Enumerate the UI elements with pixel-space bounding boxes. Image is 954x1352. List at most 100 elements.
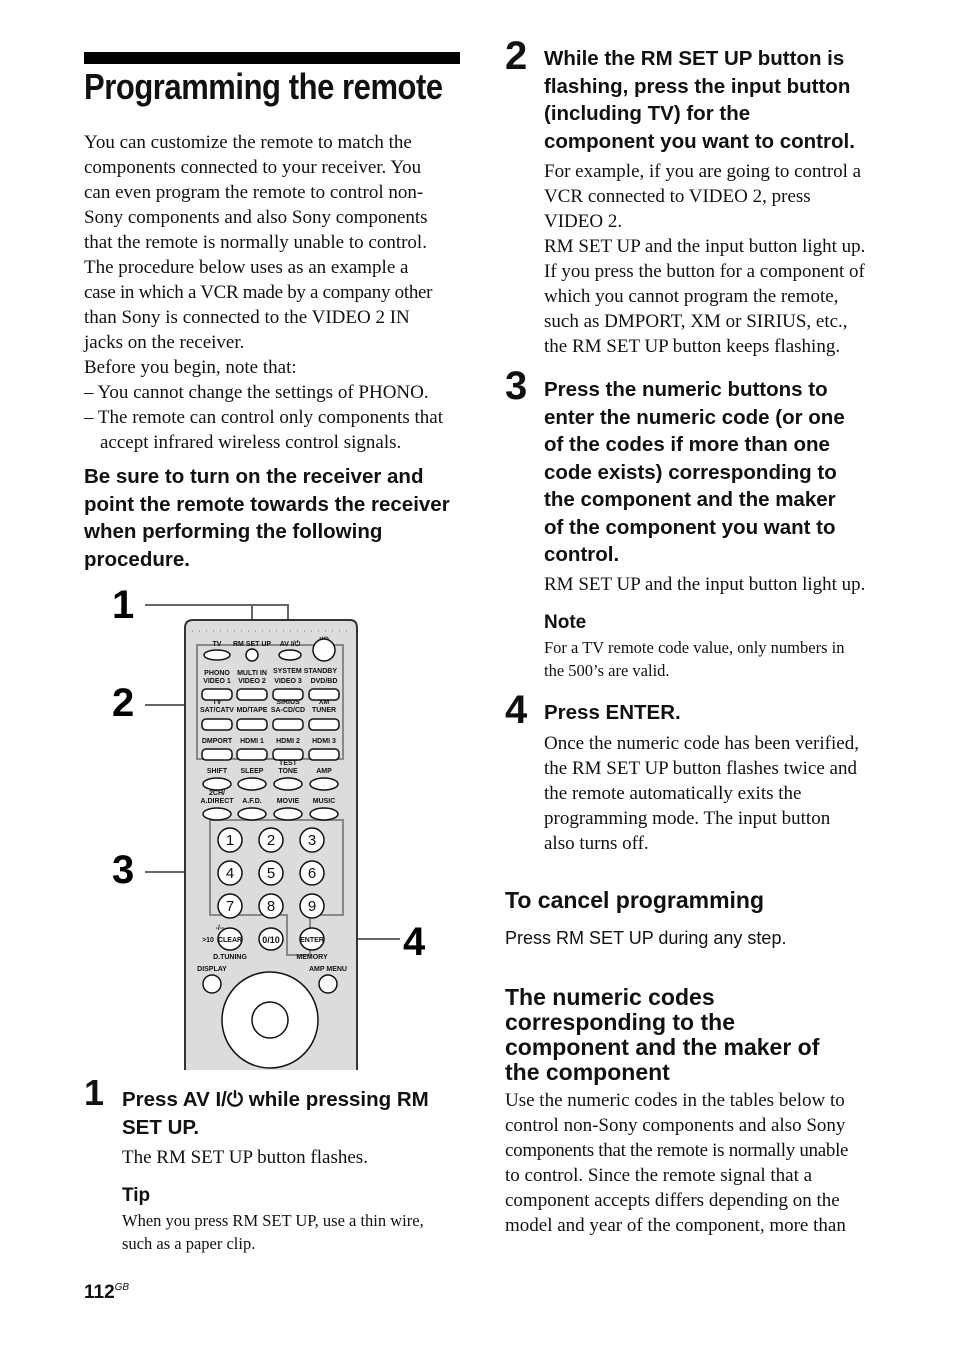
input-button [201,748,233,761]
body-line: programming mode. The input button [544,808,831,829]
tip-line: such as a paper clip. [122,1234,256,1253]
step-4-body: Once the numeric code has been verified,… [544,731,904,856]
gt10-label: >10 [202,937,214,944]
button-label: VIDEO 1 [203,678,231,685]
tv-button [203,649,231,661]
body-line: also turns off. [544,833,649,854]
page-suffix: GB [114,1282,130,1293]
button-label: SA-CD/CD [271,707,305,714]
tip-text: When you press RM SET UP, use a thin wir… [122,1209,424,1255]
note-text: For a TV remote code value, only numbers… [544,636,844,682]
step-heading-line: Press the numeric buttons to [544,378,828,401]
display-button [202,974,222,994]
step-2-body: For example, if you are going to control… [544,159,904,359]
cancel-body: Press RM SET UP during any step. [505,928,787,948]
button-label: TEST [279,760,298,767]
button-label: MOVIE [277,798,300,805]
body-line: VIDEO 2. [544,211,623,232]
rm-setup-button [245,648,259,662]
rm-setup-label: RM SET UP [233,641,271,648]
step-heading-line: enter the numeric code (or one [544,405,845,429]
function-button [273,807,303,821]
note-line: the 500’s are valid. [544,661,670,680]
amp-menu-label: AMP MENU [309,966,347,973]
intro-text: You can customize the remote to match th… [84,130,464,455]
page-title: Programming the remote [84,66,443,107]
input-button [236,748,268,761]
page-number-value: 112 [84,1282,115,1303]
input-button [272,688,304,701]
note-label: Note [544,612,587,633]
digit-label: 1 [226,832,234,849]
digit-label: 7 [226,898,234,915]
digit-label: 8 [267,898,275,915]
button-label: VIDEO 2 [238,678,266,685]
button-label: DVD/BD [311,678,338,685]
step-2-heading: While the RM SET UP button is flashing, … [544,45,904,155]
warning-text: Be sure to turn on the receiver and poin… [84,465,450,571]
tip-line: When you press RM SET UP, use a thin wir… [122,1211,424,1230]
cancel-heading: To cancel programming [505,887,765,913]
step-heading-line: Press AV I/⏻ while pressing RM [122,1088,429,1111]
step-2-number: 2 [505,34,528,78]
button-label: AMP [316,768,332,775]
body-line: Use the numeric codes in the tables belo… [505,1090,845,1111]
page-number: 112GB [84,1282,129,1304]
step-heading-line: component you want to control. [544,129,855,153]
body-line: For example, if you are going to control… [544,161,862,182]
button-label: HDMI 1 [240,738,264,745]
intro-line: can even program the remote to control n… [84,182,424,203]
heading-line: corresponding to the [505,1009,735,1035]
step-1-number: 1 [84,1072,105,1113]
step-heading-line: code exists) corresponding to [544,460,837,484]
intro-line: The procedure below uses as an example a [84,257,409,278]
button-label: A.F.D. [242,798,262,805]
heading-line: the component [505,1059,670,1085]
body-line: such as DMPORT, XM or SIRIUS, etc., [544,311,848,332]
step-heading-line: of the codes if more than one [544,433,830,456]
input-button [236,718,268,731]
av-power-button [278,649,302,661]
callout-1: 1 [112,583,134,627]
step-heading-line: flashing, press the input button [544,74,851,98]
function-button [273,777,303,791]
remote-figure: 1 2 3 4 TV RM SET UP AV I/⏻ I/⏻ PHONO MU… [112,583,426,1070]
function-button [237,807,267,821]
button-label: TUNER [312,707,336,714]
body-line: the remote automatically exits the [544,783,802,804]
digit-label: 6 [308,865,316,882]
amp-menu-button [318,974,338,994]
step-4-number: 4 [505,688,528,732]
input-button [236,688,268,701]
intro-line: case in which a VCR made by a company ot… [84,282,433,303]
tv-label: TV [213,641,222,648]
intro-line: components connected to your receiver. Y… [84,157,422,178]
step-3-number: 3 [505,364,528,408]
body-line: the RM SET UP button flashes twice and [544,758,857,779]
enter-label: ENTER [300,937,324,944]
step-heading-line: SET UP. [122,1115,200,1139]
button-label: PHONO [204,670,230,677]
function-button [309,777,339,791]
callout-2: 2 [112,681,134,725]
function-button [309,807,339,821]
step-heading-line: While the RM SET UP button is [544,47,845,70]
function-button [202,807,232,821]
body-line: If you press the button for a component … [544,261,865,282]
codes-body: Use the numeric codes in the tables belo… [505,1088,895,1238]
digit-label: 9 [308,898,316,915]
input-button [272,718,304,731]
button-label: A.DIRECT [200,798,234,805]
step-heading-line: of the component you want to [544,515,836,539]
body-line: Once the numeric code has been verified, [544,733,859,754]
intro-line: Before you begin, note that: [84,357,297,378]
button-label: 2CH/ [209,790,225,797]
input-button [308,718,340,731]
intro-line: than Sony is connected to the VIDEO 2 IN [84,307,410,328]
digit-label: 3 [308,832,316,849]
input-button [308,748,340,761]
intro-line: that the remote is normally unable to co… [84,232,427,253]
step-heading-line: control. [544,543,620,566]
input-button [272,748,304,761]
step-heading-line: (including TV) for the [544,102,751,125]
